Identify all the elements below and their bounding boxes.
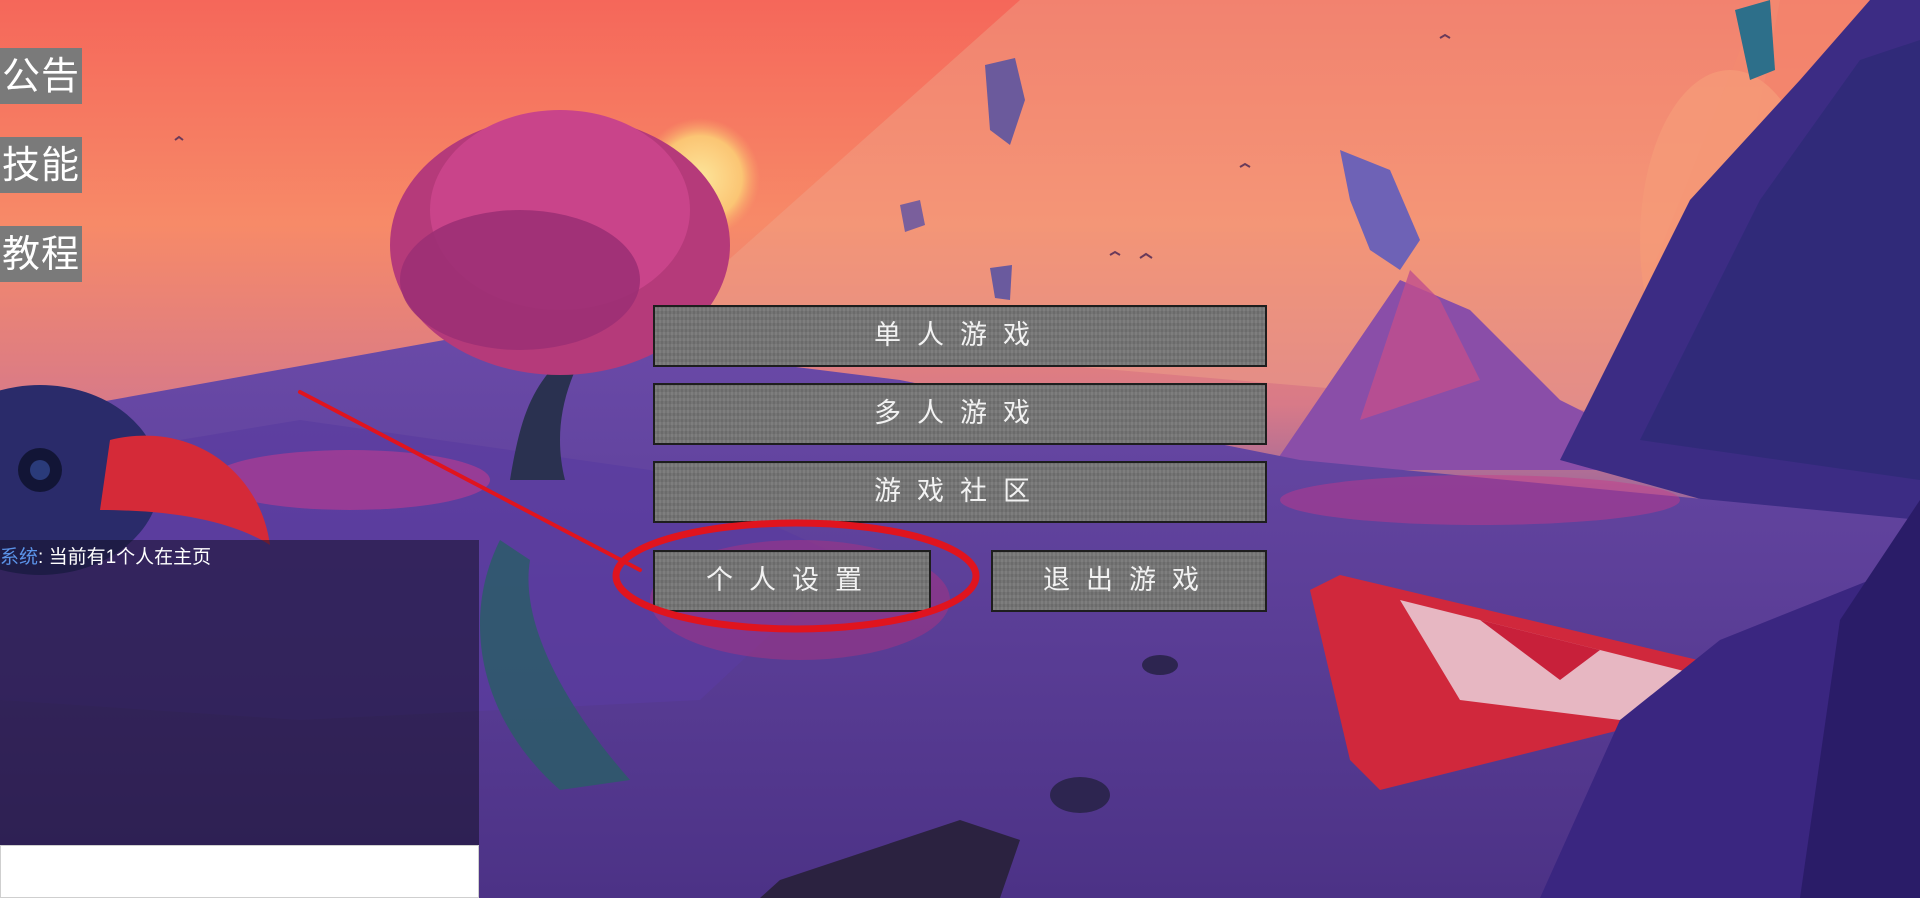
chat-separator: :	[38, 547, 49, 568]
chat-message: 系统: 当前有1个人在主页	[0, 542, 211, 569]
chat-message-text: 当前有1个人在主页	[48, 547, 212, 568]
personal-settings-button[interactable]: 个人设置	[653, 550, 931, 612]
chat-sender: 系统	[0, 547, 39, 568]
exit-game-button[interactable]: 退出游戏	[991, 550, 1267, 612]
side-nav-skills[interactable]: 技能	[0, 137, 82, 193]
main-menu-screen: 公告 技能 教程 单人游戏 多人游戏 游戏社区 个人设置 退出游戏 系统: 当前…	[0, 0, 1920, 898]
chat-input[interactable]	[0, 845, 479, 898]
single-player-button[interactable]: 单人游戏	[653, 305, 1267, 367]
multi-player-button[interactable]: 多人游戏	[653, 383, 1267, 445]
chat-panel[interactable]: 系统: 当前有1个人在主页	[0, 540, 479, 845]
side-nav-tutorial[interactable]: 教程	[0, 226, 82, 282]
side-nav-announcement[interactable]: 公告	[0, 48, 82, 104]
game-community-button[interactable]: 游戏社区	[653, 461, 1267, 523]
